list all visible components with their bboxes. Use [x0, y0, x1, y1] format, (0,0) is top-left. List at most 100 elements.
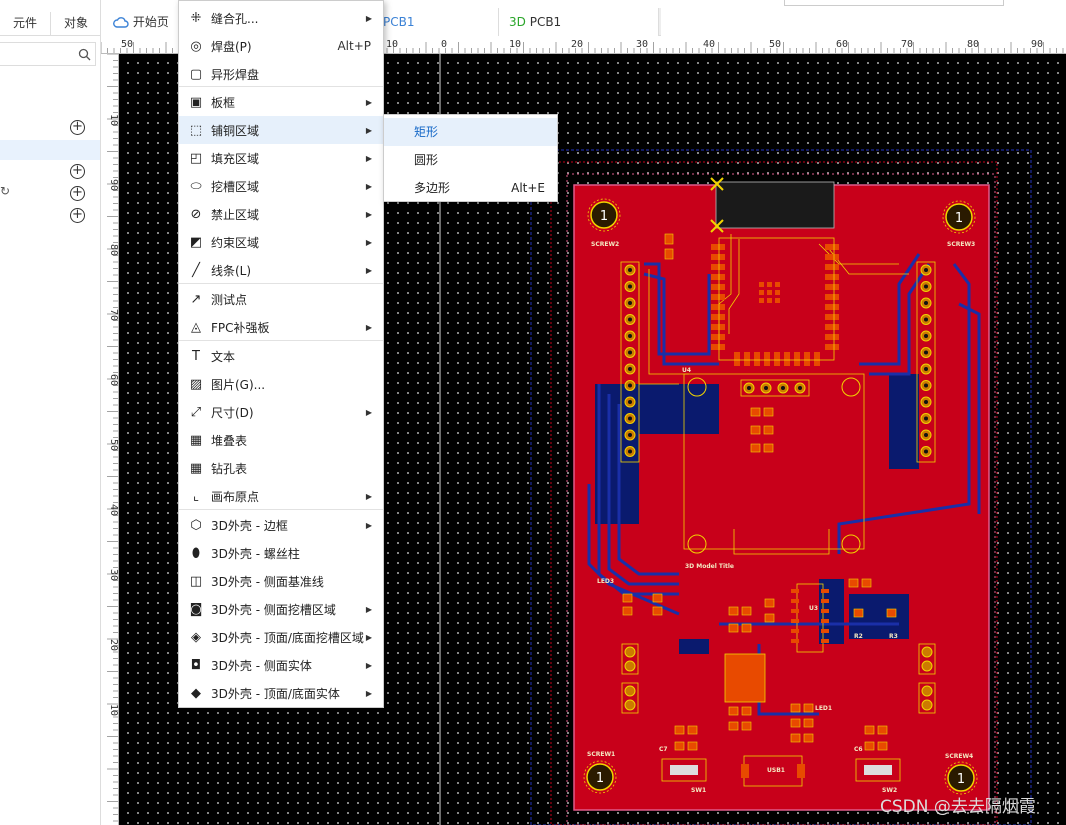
ruler-label: 50	[121, 39, 133, 50]
add-icon[interactable]: +	[70, 120, 85, 135]
ruler-label: 50	[769, 39, 781, 50]
label-model-title: 3D Model Title	[685, 563, 734, 570]
submenu-arrow-icon: ▶	[365, 181, 372, 191]
menu-item-line[interactable]: ╱ 线条(L) ▶	[179, 256, 383, 284]
menu-item-label: 3D外壳 - 侧面实体	[211, 658, 312, 673]
3d-badge: 3D	[509, 15, 526, 29]
menu-item-dimension[interactable]: ⤢ 尺寸(D) ▶	[179, 398, 383, 426]
menu-item-shell-side-solid[interactable]: ◘ 3D外壳 - 侧面实体 ▶	[179, 651, 383, 679]
screw-number: 1	[600, 209, 608, 224]
menu-item-shell-frame[interactable]: ⬡ 3D外壳 - 边框 ▶	[179, 511, 383, 539]
submenu-item-label: 多边形	[414, 181, 451, 195]
submenu-arrow-icon: ▶	[365, 520, 372, 530]
canvas-origin-icon: ⌞	[192, 488, 200, 504]
ruler-label: 20	[571, 39, 583, 50]
search-icon[interactable]	[78, 48, 91, 61]
ruler-label: 30	[636, 39, 648, 50]
pin-hole	[924, 383, 928, 388]
copper-pour-icon: ⬚	[189, 122, 203, 138]
submenu-item[interactable]: 圆形	[384, 146, 557, 174]
menu-item-label: 3D外壳 - 边框	[211, 518, 288, 533]
shell-side-solid-icon: ◘	[190, 657, 202, 673]
pin-hole	[628, 400, 632, 404]
watermark: CSDN @去去隔烟霞	[880, 797, 1036, 817]
special-pad-icon: ▢	[189, 66, 203, 82]
menu-item-label: 板框	[211, 95, 236, 110]
tab-pcb1[interactable]: PCB1	[371, 8, 499, 36]
menu-item-copper-pour[interactable]: ⬚ 铺铜区域 ▶	[179, 116, 383, 144]
ruler-label: 20	[108, 639, 119, 651]
submenu-item-shortcut: Alt+E	[511, 181, 545, 195]
fill-region-icon: ◰	[189, 150, 203, 166]
menu-item-image[interactable]: ▨ 图片(G)...	[179, 370, 383, 398]
menu-item-shell-side-line[interactable]: ◫ 3D外壳 - 侧面基准线	[179, 567, 383, 595]
menu-item-keepout-region[interactable]: ⊘ 禁止区域 ▶	[179, 200, 383, 228]
add-icon[interactable]: +	[70, 208, 85, 223]
tab-start-page-label: 开始页	[132, 15, 169, 29]
pin-hole	[924, 433, 928, 437]
shell-side-line-icon: ◫	[189, 573, 203, 589]
submenu-item[interactable]: 多边形 Alt+E	[384, 174, 557, 202]
submenu-item[interactable]: 矩形	[384, 118, 557, 146]
pin-hole	[628, 367, 632, 371]
label-usb1: USB1	[767, 767, 785, 774]
menu-item-label: 3D外壳 - 侧面基准线	[211, 574, 324, 589]
panel-search-input[interactable]	[0, 42, 96, 66]
menu-item-shell-top-slot[interactable]: ◈ 3D外壳 - 顶面/底面挖槽区域 ▶	[179, 623, 383, 651]
menu-item-label: 缝合孔...	[211, 11, 259, 26]
menu-item-text[interactable]: T 文本	[179, 342, 383, 370]
add-icon[interactable]: +	[70, 164, 85, 179]
menu-item-special-pad[interactable]: ▢ 异形焊盘	[179, 60, 383, 88]
constraint-region-icon: ◩	[189, 234, 203, 250]
vertical-ruler: 10 90 80 70 60 50 40 30 20 10	[101, 54, 119, 825]
tab-pcb1-3d[interactable]: 3D PCB1	[499, 8, 659, 36]
label-r3: R3	[889, 633, 898, 640]
menu-item-label: 铺铜区域	[211, 123, 260, 138]
pin-hole	[628, 334, 632, 338]
menu-item-constraint-region[interactable]: ◩ 约束区域 ▶	[179, 228, 383, 256]
label-led1: LED1	[815, 705, 832, 712]
menu-item-fill-region[interactable]: ◰ 填充区域 ▶	[179, 144, 383, 172]
menu-item-shell-side-slot[interactable]: ◙ 3D外壳 - 侧面挖槽区域 ▶	[179, 595, 383, 623]
tab-components[interactable]: 元件	[0, 12, 50, 35]
menu-item-test-point[interactable]: ↗ 测试点	[179, 285, 383, 313]
menu-item-slot-region[interactable]: ⬭ 挖槽区域 ▶	[179, 172, 383, 200]
menu-item-label: 画布原点	[211, 489, 260, 504]
image-icon: ▨	[189, 376, 203, 392]
menu-item-label: 3D外壳 - 侧面挖槽区域	[211, 602, 336, 617]
submenu-arrow-icon: ▶	[365, 322, 372, 332]
pin-hole	[924, 367, 928, 371]
menu-item-label: 挖槽区域	[211, 179, 260, 194]
ruler-label: 10	[108, 704, 119, 716]
menu-item-label: 3D外壳 - 顶面/底面挖槽区域	[211, 630, 364, 645]
selected-tree-row[interactable]	[0, 140, 100, 160]
slot-region-icon: ⬭	[190, 178, 202, 194]
tab-objects[interactable]: 对象	[50, 12, 101, 35]
menu-item-pad[interactable]: ◎ 焊盘(P) Alt+P	[179, 32, 383, 60]
ruler-label: 10	[108, 114, 119, 126]
pin-hole	[628, 416, 632, 421]
menu-item-canvas-origin[interactable]: ⌞ 画布原点 ▶	[179, 482, 383, 510]
menu-item-shell-screw[interactable]: ⬮ 3D外壳 - 螺丝柱	[179, 539, 383, 567]
ruler-label: 80	[108, 244, 119, 256]
pin-hole	[924, 284, 928, 289]
menu-item-label: 填充区域	[211, 151, 260, 166]
menu-item-label: 文本	[211, 349, 236, 364]
left-panel: 元件 对象 + + + + ↻	[0, 0, 101, 825]
menu-item-label: 异形焊盘	[211, 67, 260, 82]
ruler-label: 60	[108, 374, 119, 386]
menu-item-board-frame[interactable]: ▣ 板框 ▶	[179, 88, 383, 116]
add-icon[interactable]: +	[70, 186, 85, 201]
menu-item-drill-table[interactable]: ▦ 钻孔表	[179, 454, 383, 482]
label-led3: LED3	[597, 578, 614, 585]
menu-item-stitch-hole[interactable]: ⁜ 缝合孔... ▶	[179, 4, 383, 32]
refresh-icon[interactable]: ↻	[0, 184, 10, 198]
menu-item-fpc-stiffener[interactable]: ◬ FPC补强板 ▶	[179, 313, 383, 341]
label-screw1: SCREW1	[587, 751, 615, 758]
stackup-table-icon: ▦	[189, 432, 203, 448]
menu-item-shortcut: Alt+P	[337, 39, 371, 53]
pin-hole	[924, 317, 928, 322]
menu-item-stackup-table[interactable]: ▦ 堆叠表	[179, 426, 383, 454]
stitch-hole-icon: ⁜	[190, 10, 202, 26]
menu-item-shell-top-solid[interactable]: ◆ 3D外壳 - 顶面/底面实体 ▶	[179, 679, 383, 707]
